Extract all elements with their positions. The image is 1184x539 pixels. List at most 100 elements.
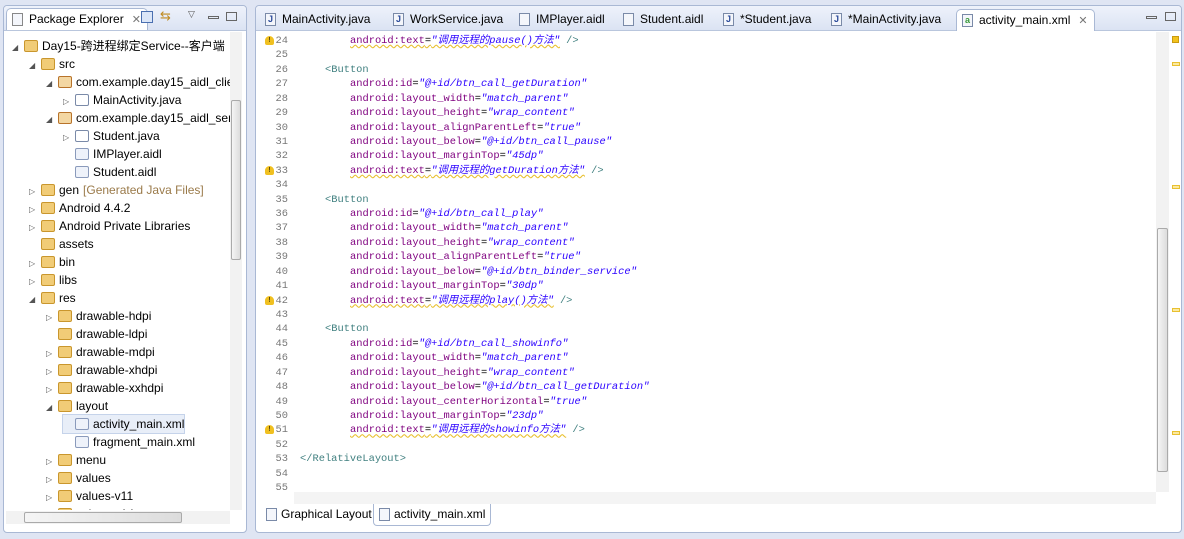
- code-content: <Button: [325, 63, 369, 77]
- tree-item[interactable]: ▷ gen [Generated Java Files]: [29, 181, 204, 199]
- tree-item[interactable]: ◢ layout: [46, 397, 108, 415]
- code-line: 39 android:layout_alignParentLeft="true": [256, 250, 1156, 265]
- bottom-tab[interactable]: Graphical Layout: [261, 504, 377, 526]
- tree-item[interactable]: ▷ bin: [29, 253, 75, 271]
- editor-tab[interactable]: J MainActivity.java: [260, 9, 376, 31]
- editor-tab[interactable]: a activity_main.xml ✕: [956, 9, 1095, 31]
- tree-item[interactable]: ▷ values-v11: [46, 487, 133, 505]
- warning-icon[interactable]: !: [265, 425, 274, 435]
- library-icon: [41, 202, 55, 214]
- tree-item[interactable]: ▷ menu: [46, 451, 106, 469]
- code-line: 49 android:layout_centerHorizontal="true": [256, 394, 1156, 409]
- bottom-tab[interactable]: activity_main.xml: [373, 504, 492, 526]
- code-token: android:layout_centerHorizontal: [350, 395, 544, 408]
- tree-item[interactable]: ◢ Day15-跨进程绑定Service--客户端: [12, 37, 225, 55]
- editor-vertical-scrollbar[interactable]: [1156, 32, 1169, 492]
- tree-item[interactable]: activity_main.xml: [61, 414, 186, 434]
- tree-item[interactable]: IMPlayer.aidl: [63, 145, 162, 163]
- scroll-thumb[interactable]: [231, 100, 241, 260]
- tree-item[interactable]: ▷ Student.java: [63, 127, 160, 145]
- collapse-arrow-icon[interactable]: ◢: [46, 75, 58, 93]
- overview-ruler[interactable]: [1170, 32, 1182, 502]
- code-content: android:layout_width="match_parent": [350, 351, 568, 365]
- tree-item[interactable]: ◢ src: [29, 55, 75, 73]
- tree-item[interactable]: drawable-ldpi: [46, 325, 147, 343]
- collapse-arrow-icon[interactable]: ◢: [46, 111, 58, 129]
- warning-marker[interactable]: [1172, 62, 1180, 66]
- tree-item[interactable]: ▷ drawable-hdpi: [46, 307, 151, 325]
- close-icon[interactable]: ✕: [1078, 15, 1087, 27]
- minimize-icon[interactable]: [1146, 16, 1157, 19]
- tree-item[interactable]: ▷ drawable-xxhdpi: [46, 379, 163, 397]
- collapse-arrow-icon[interactable]: ◢: [12, 39, 24, 57]
- warning-icon[interactable]: !: [265, 36, 274, 45]
- tree-item[interactable]: ◢ com.example.day15_aidl_service: [46, 109, 230, 127]
- maximize-icon[interactable]: [226, 12, 237, 21]
- view-menu-icon[interactable]: ▽: [188, 9, 195, 20]
- code-line: 35 <Button: [256, 192, 1156, 208]
- tree-item[interactable]: ▷ Android 4.4.2: [29, 199, 130, 217]
- folder-icon: [58, 454, 72, 466]
- warning-marker[interactable]: [1172, 308, 1180, 313]
- code-line: 30 android:layout_alignParentLeft="true": [256, 120, 1156, 135]
- tree-item[interactable]: ▷ Android Private Libraries: [29, 217, 190, 235]
- warning-icon[interactable]: !: [265, 295, 274, 305]
- scroll-thumb[interactable]: [24, 512, 182, 523]
- folder-icon: [41, 292, 55, 304]
- package-explorer-tab[interactable]: Package Explorer ✕: [6, 8, 148, 30]
- code-content: </RelativeLayout>: [300, 452, 406, 466]
- tree-item-label: Android 4.4.2: [59, 201, 131, 215]
- tree-vertical-scrollbar[interactable]: [230, 32, 242, 510]
- collapse-arrow-icon[interactable]: ◢: [46, 399, 58, 417]
- editor-horizontal-scrollbar[interactable]: [294, 492, 1156, 504]
- code-token: android:layout_below: [350, 265, 475, 278]
- package-explorer-icon: [12, 13, 23, 26]
- warning-marker[interactable]: [1172, 431, 1180, 436]
- tree-item[interactable]: fragment_main.xml: [63, 433, 195, 451]
- warning-icon[interactable]: !: [265, 165, 274, 175]
- code-content: android:id="@+id/btn_call_getDuration": [350, 77, 587, 91]
- editor-tab[interactable]: J *Student.java: [718, 9, 817, 31]
- code-line: 31 android:layout_below="@+id/btn_call_pa…: [256, 134, 1156, 150]
- warning-marker[interactable]: [1172, 185, 1180, 189]
- tree-item[interactable]: assets: [29, 235, 94, 253]
- link-with-editor-icon[interactable]: ⇆: [160, 8, 171, 24]
- tree-item[interactable]: ▷ drawable-mdpi: [46, 343, 155, 361]
- line-number: 35: [256, 192, 288, 208]
- code-content: android:layout_alignParentLeft="true": [350, 121, 581, 135]
- package-icon: [58, 76, 72, 88]
- collapse-all-icon[interactable]: [141, 11, 153, 23]
- line-number: 54: [256, 466, 288, 481]
- tree-horizontal-scrollbar[interactable]: [6, 511, 230, 524]
- tree-item[interactable]: ▷ values: [46, 469, 111, 487]
- code-line: 33! android:text="调用远程的getDuration方法" />: [256, 163, 1156, 179]
- close-icon[interactable]: ✕: [132, 14, 141, 26]
- editor-tab[interactable]: Student.aidl: [618, 9, 709, 31]
- tree-item[interactable]: ▷ MainActivity.java: [63, 91, 181, 109]
- code-token: "@+id/btn_call_play": [418, 208, 544, 221]
- collapse-arrow-icon[interactable]: ◢: [29, 291, 41, 309]
- collapse-arrow-icon[interactable]: ◢: [29, 57, 41, 75]
- xml-file-icon: [75, 418, 89, 430]
- tree-item[interactable]: ◢ res: [29, 289, 76, 307]
- minimize-icon[interactable]: [208, 16, 219, 19]
- xml-source-editor[interactable]: 24! android:text="调用远程的pause()方法" /> 25 26 <…: [256, 32, 1156, 494]
- package-explorer-panel: Package Explorer ✕ ⇆ ▽ ◢ Day15-跨进程绑定Servic…: [3, 5, 247, 533]
- code-token: "wrap_content": [487, 107, 575, 120]
- tree-item[interactable]: ▷ values-v14: [46, 505, 134, 510]
- code-content: android:text="调用远程的pause()方法" />: [350, 34, 579, 48]
- folder-icon: [41, 238, 55, 250]
- maximize-icon[interactable]: [1165, 12, 1176, 21]
- expand-arrow-icon[interactable]: ▷: [46, 507, 58, 510]
- editor-tab[interactable]: IMPlayer.aidl: [514, 9, 611, 31]
- editor-tab[interactable]: J WorkService.java: [388, 9, 509, 31]
- editor-tab[interactable]: J *MainActivity.java: [826, 9, 947, 31]
- tree-item[interactable]: ▷ libs: [29, 271, 77, 289]
- tree-item[interactable]: ◢ com.example.day15_aidl_client: [46, 73, 230, 91]
- tree-item[interactable]: Student.aidl: [63, 163, 156, 181]
- code-token: android:id: [350, 337, 413, 350]
- tree-item[interactable]: ▷ drawable-xhdpi: [46, 361, 157, 379]
- code-token: <Button: [325, 323, 369, 336]
- folder-icon: [58, 364, 72, 376]
- scroll-thumb[interactable]: [1157, 228, 1168, 472]
